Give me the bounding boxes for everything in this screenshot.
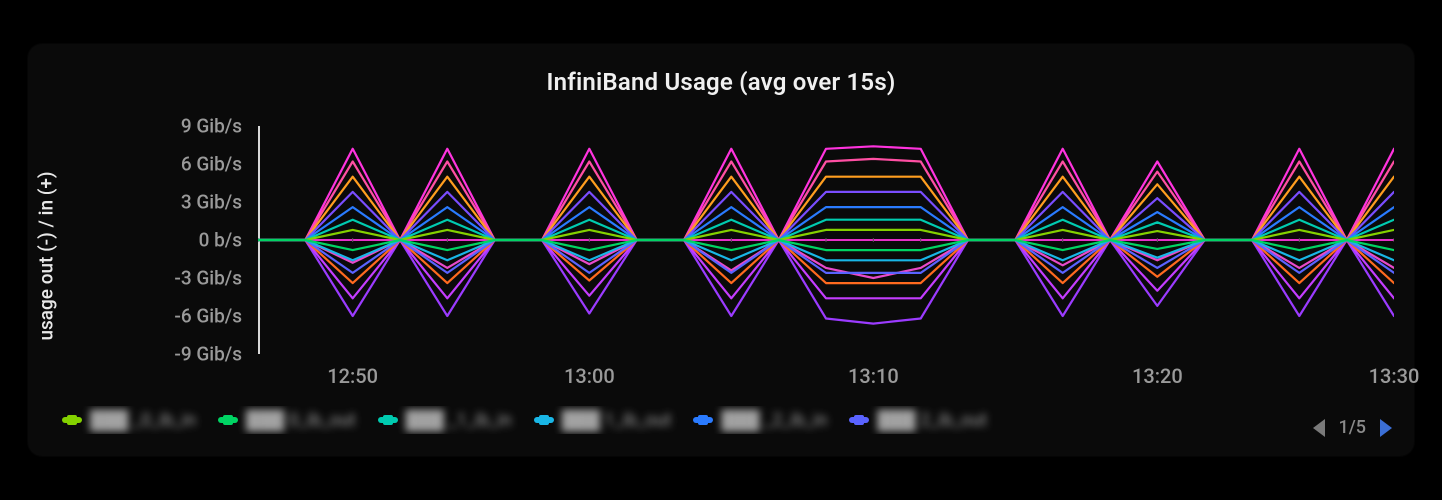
y-tick: 3 Gib/s (86, 191, 242, 214)
legend-item[interactable]: ███ 1_ib_out (534, 410, 672, 431)
plot-canvas (258, 126, 1394, 354)
legend-swatch (534, 417, 554, 423)
x-tick: 13:30 (1369, 364, 1420, 388)
x-ticks: 12:5013:0013:1013:2013:30 (258, 364, 1394, 388)
y-tick: 6 Gib/s (86, 153, 242, 176)
legend-item[interactable]: ███ _1_ib_in (378, 410, 512, 431)
legend-label: ███ _2_ib_in (721, 410, 827, 431)
legend-item[interactable]: ███ _0_ib_in (62, 410, 196, 431)
legend-swatch (218, 417, 238, 423)
legend-next-icon[interactable] (1380, 419, 1392, 437)
legend-prev-icon[interactable] (1313, 419, 1325, 437)
legend-item[interactable]: ███ 2_ib_out (849, 410, 987, 431)
legend-item[interactable]: ███ _2_ib_in (693, 410, 827, 431)
y-tick: 0 b/s (86, 229, 242, 252)
y-tick: -9 Gib/s (86, 343, 242, 366)
plot-area: usage out (-) / in (+) -9 Gib/s-6 Gib/s-… (58, 126, 1394, 386)
x-tick: 13:00 (564, 364, 615, 388)
legend-label: ███ 0_ib_out (246, 410, 356, 431)
chart-panel: InfiniBand Usage (avg over 15s) usage ou… (28, 44, 1414, 456)
legend-swatch (62, 417, 82, 423)
y-tick: -6 Gib/s (86, 305, 242, 328)
chart-title: InfiniBand Usage (avg over 15s) (28, 68, 1414, 96)
x-tick: 13:10 (848, 364, 899, 388)
legend-label: ███ 1_ib_out (562, 410, 672, 431)
legend-label: ███ 2_ib_out (877, 410, 987, 431)
legend-label: ███ _0_ib_in (90, 410, 196, 431)
legend: ███ _0_ib_in ███ 0_ib_out ███ _1_ib_in ███ … (62, 406, 1380, 434)
y-tick: -3 Gib/s (86, 267, 242, 290)
legend-item[interactable]: ███ 0_ib_out (218, 410, 356, 431)
x-tick: 12:50 (327, 364, 378, 388)
legend-swatch (849, 417, 869, 423)
legend-swatch (378, 417, 398, 423)
plot-svg (258, 126, 1394, 354)
legend-label: ███ _1_ib_in (406, 410, 512, 431)
y-ticks: -9 Gib/s -6 Gib/s -3 Gib/s 0 b/s 3 Gib/s 6 Gi… (86, 126, 242, 386)
x-tick: 13:20 (1132, 364, 1183, 388)
y-tick: 9 Gib/s (86, 115, 242, 138)
legend-swatch (693, 417, 713, 423)
legend-pager: 1/5 (1313, 417, 1393, 438)
y-axis-label: usage out (-) / in (+) (35, 171, 58, 340)
legend-page-indicator: 1/5 (1339, 417, 1367, 438)
